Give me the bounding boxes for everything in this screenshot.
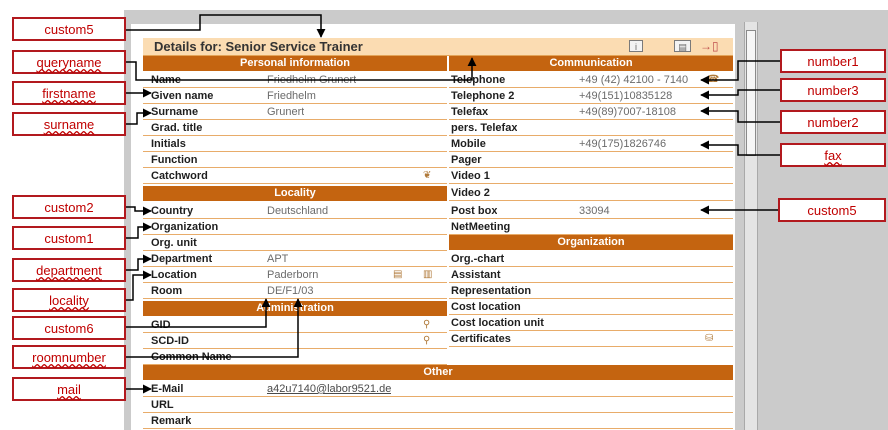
- connector-number2: [700, 106, 780, 123]
- connector-lines: [126, 14, 780, 394]
- connector-surname: [126, 108, 152, 125]
- annotation-number3: number3: [780, 78, 886, 102]
- annotation-custom5-left: custom5: [12, 17, 126, 41]
- connector-custom1: [126, 222, 152, 239]
- connector-number1: [700, 60, 780, 85]
- annotation-custom6: custom6: [12, 316, 126, 340]
- annotation-number2: number2: [780, 110, 886, 134]
- annotation-queryname: queryname: [12, 50, 126, 74]
- connector-number3: [700, 89, 780, 100]
- connector-custom5-title: [126, 14, 326, 38]
- connector-custom2: [126, 206, 152, 216]
- annotation-number1: number1: [780, 49, 886, 73]
- annotation-department: department: [12, 258, 126, 282]
- connector-locality: [126, 270, 152, 301]
- annotation-surname: surname: [12, 112, 126, 136]
- annotation-roomnumber: roomnumber: [12, 345, 126, 369]
- annotation-custom2: custom2: [12, 195, 126, 219]
- connector-department: [126, 254, 152, 271]
- annotation-locality: locality: [12, 288, 126, 312]
- annotation-mail: mail: [12, 377, 126, 401]
- connector-roomnumber: [126, 298, 303, 358]
- connector-custom6: [126, 298, 271, 328]
- connector-fax: [700, 140, 780, 156]
- annotation-custom1: custom1: [12, 226, 126, 250]
- annotation-custom5-right: custom5: [778, 198, 886, 222]
- annotation-fax: fax: [780, 143, 886, 167]
- connector-queryname: [126, 57, 477, 81]
- annotation-firstname: firstname: [12, 81, 126, 105]
